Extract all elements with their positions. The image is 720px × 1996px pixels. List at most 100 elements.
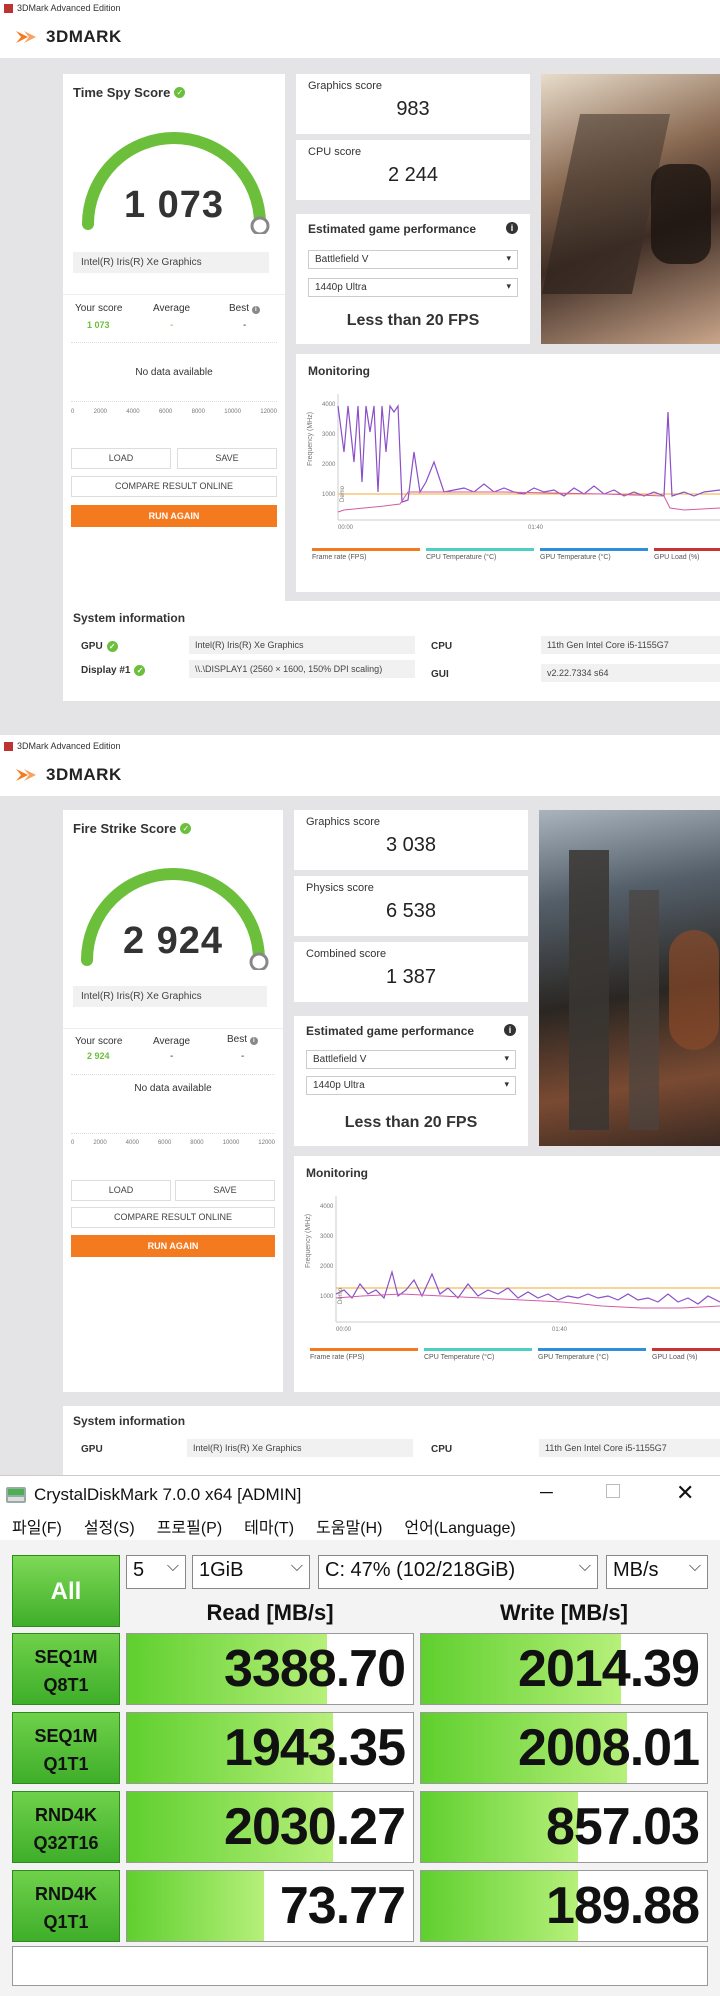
check-icon: ✓ (174, 87, 186, 99)
physics-score-card: Physics score 6 538 (294, 876, 528, 936)
card-value: 2 244 (387, 164, 439, 186)
crystaldiskmark-window: CrystalDiskMark 7.0.0 x64 [ADMIN] ─ ✕ 파일… (0, 1475, 720, 1996)
combined-score-card: Combined score 1 387 (294, 942, 528, 1002)
info-icon[interactable]: i (251, 306, 260, 314)
write-value: 2014.39 (518, 1640, 700, 1698)
menu-settings[interactable]: 설정(S) (84, 1514, 135, 1540)
card-value: 3 038 (385, 834, 437, 856)
status-bar (12, 1946, 708, 1986)
no-data-text: No data available (134, 1083, 212, 1094)
test-button-1[interactable]: SEQ1M Q1T1 (12, 1712, 120, 1784)
logo-text: 3DMARK (46, 27, 122, 46)
size-select[interactable]: 1GiB (192, 1555, 310, 1589)
best-label: Best i (229, 303, 260, 314)
axis-tick: 2000 (93, 1140, 107, 1146)
run-again-button[interactable]: RUN AGAIN (71, 505, 277, 527)
distribution-axis: 0 2000 4000 6000 8000 10000 12000 (71, 1140, 275, 1146)
resolution-select[interactable]: 1440p Ultra (306, 1076, 516, 1095)
read-value: 3388.70 (224, 1640, 406, 1698)
load-button[interactable]: LOAD (71, 1180, 171, 1201)
average-label: Average (153, 303, 191, 314)
drive-select[interactable]: C: 47% (102/218GiB) (318, 1555, 598, 1589)
test-button-2[interactable]: RND4K Q32T16 (12, 1791, 120, 1863)
axis-tick: 6000 (158, 409, 173, 415)
compare-online-button[interactable]: COMPARE RESULT ONLINE (71, 476, 277, 497)
compare-online-button[interactable]: COMPARE RESULT ONLINE (71, 1207, 275, 1228)
info-icon[interactable]: i (504, 1024, 516, 1036)
test-params: Q1T1 (43, 1912, 89, 1932)
save-button[interactable]: SAVE (175, 1180, 275, 1201)
write-header: Write [MB/s] (500, 1600, 628, 1625)
unit-select[interactable]: MB/s (606, 1555, 708, 1589)
test-button-0[interactable]: SEQ1M Q8T1 (12, 1633, 120, 1705)
cpu-value: 11th Gen Intel Core i5-1155G7 (541, 636, 720, 654)
menu-theme[interactable]: 테마(T) (244, 1514, 294, 1540)
save-button[interactable]: SAVE (177, 448, 277, 469)
best-label-text: Best (229, 303, 250, 314)
cpu-label: CPU (431, 641, 453, 652)
read-result-cell: 1943.35 (126, 1712, 414, 1784)
test-button-3[interactable]: RND4K Q1T1 (12, 1870, 120, 1942)
y-axis-label: Frequency (MHz) (307, 412, 314, 466)
card-label: Combined score (306, 948, 387, 960)
close-icon[interactable]: ✕ (676, 1480, 694, 1506)
game-select[interactable]: Battlefield V (308, 250, 518, 269)
menu-help[interactable]: 도움말(H) (316, 1514, 382, 1540)
gpu-name-chip: Intel(R) Iris(R) Xe Graphics (73, 986, 267, 1007)
check-icon: ✓ (106, 641, 118, 652)
load-button[interactable]: LOAD (71, 448, 171, 469)
write-result-cell: 189.88 (420, 1870, 708, 1942)
average-label: Average (153, 1036, 191, 1047)
distribution-chart: No data available (71, 342, 277, 402)
axis-tick: 4000 (126, 409, 140, 415)
distribution-chart: No data available (71, 1074, 275, 1134)
read-progress-fill (127, 1871, 265, 1941)
no-data-text: No data available (135, 367, 213, 378)
firestrike-window: 3DMark Advanced Edition 3DMARK Fire Stri… (0, 738, 720, 1475)
best-value: - (243, 320, 247, 331)
run-again-button[interactable]: RUN AGAIN (71, 1235, 275, 1257)
legend-label: GPU Load (%) (652, 1354, 698, 1361)
monitoring-title: Monitoring (308, 364, 370, 378)
legend-label: GPU Temperature (°C) (540, 554, 611, 561)
axis-tick: 12000 (258, 1140, 275, 1146)
resolution-select[interactable]: 1440p Ultra (308, 278, 518, 297)
distribution-axis: 0 2000 4000 6000 8000 10000 12000 (71, 409, 277, 415)
cpu-value: 11th Gen Intel Core i5-1155G7 (539, 1439, 720, 1457)
all-button[interactable]: All (12, 1555, 120, 1627)
menu-language[interactable]: 언어(Language) (404, 1514, 515, 1540)
window-title: 3DMark Advanced Edition (17, 741, 121, 751)
x-tick: 00:00 (336, 1327, 352, 1333)
write-value: 857.03 (545, 1798, 700, 1856)
cdm-title: CrystalDiskMark 7.0.0 x64 [ADMIN] (34, 1485, 302, 1504)
y-tick: 3000 (322, 432, 336, 438)
info-icon[interactable]: i (249, 1037, 258, 1045)
menu-file[interactable]: 파일(F) (12, 1514, 62, 1540)
axis-tick: 2000 (93, 409, 107, 415)
gpu-name-chip: Intel(R) Iris(R) Xe Graphics (73, 252, 269, 273)
est-title: Estimated game performance (308, 222, 477, 236)
count-select[interactable]: 5 (126, 1555, 186, 1589)
legend-gpu-temp: GPU Temperature (°C) (540, 548, 648, 561)
fps-estimate: Less than 20 FPS (344, 1114, 478, 1131)
test-name: SEQ1M (34, 1726, 98, 1746)
score-title: Time Spy Score ✓ (73, 84, 186, 102)
axis-tick: 0 (71, 1140, 75, 1146)
display-label: Display #1 ✓ (81, 665, 146, 676)
y-tick: 4000 (322, 402, 336, 408)
info-icon[interactable]: i (506, 222, 518, 234)
legend-frame-rate: Frame rate (FPS) (310, 1348, 418, 1361)
graphics-score-card: Graphics score 3 038 (294, 810, 528, 870)
gpu-label-text: GPU (81, 641, 103, 653)
score-title: Fire Strike Score ✓ (73, 820, 192, 838)
minimize-icon[interactable]: ─ (540, 1482, 553, 1503)
timespy-window: 3DMark Advanced Edition 3DMARK Time Spy … (0, 0, 720, 735)
benchmark-artwork (539, 810, 720, 1146)
menu-profile[interactable]: 프로필(P) (157, 1514, 223, 1540)
legend-cpu-temp: CPU Temperature (°C) (424, 1348, 532, 1361)
game-select[interactable]: Battlefield V (306, 1050, 516, 1069)
y-axis-label: Frequency (MHz) (305, 1214, 312, 1268)
maximize-icon[interactable] (606, 1484, 620, 1498)
monitoring-panel: Monitoring Frequency (MHz) 4000 3000 200… (296, 354, 720, 592)
legend-label: CPU Temperature (°C) (426, 554, 497, 561)
